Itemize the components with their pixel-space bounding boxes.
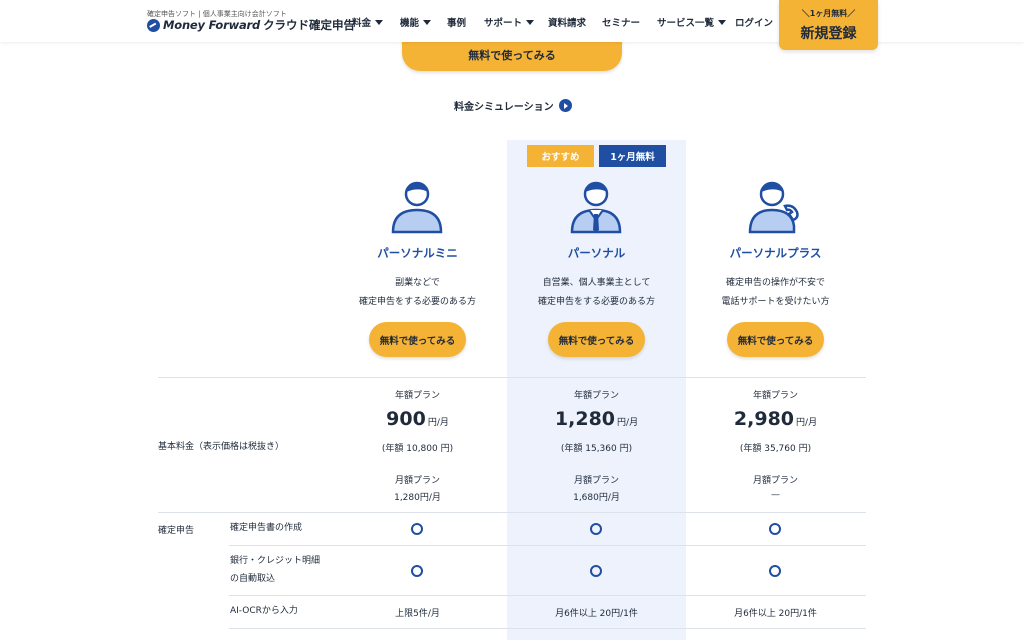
signup-button[interactable]: ＼1ヶ月無料／ 新規登録 <box>779 0 878 50</box>
price-value: 2,980 <box>733 408 795 430</box>
desc-line: 確定申告をする必要のある方 <box>358 297 476 307</box>
chevron-down-icon <box>718 19 727 25</box>
try-free-button-top[interactable]: 無料で使ってみる <box>402 38 622 71</box>
table-divider <box>229 595 866 596</box>
table-divider <box>158 512 866 513</box>
available-circle-icon <box>590 523 602 535</box>
monthly-price: — <box>771 490 780 500</box>
chevron-down-icon <box>526 19 535 25</box>
nav-label: 料金 <box>352 18 372 29</box>
table-divider <box>158 377 866 378</box>
feature-label-auto-import: 銀行・クレジット明細 の自動取込 <box>230 552 320 588</box>
feature-label-ai-ocr: AI-OCRから入力 <box>230 602 298 620</box>
nav-label: 機能 <box>400 18 420 29</box>
price-value: 1,280 <box>554 408 616 430</box>
phone-support-icon <box>748 181 799 234</box>
table-divider <box>229 545 866 546</box>
plan-desc-personal: 自営業、個人事業主として 確定申告をする必要のある方 <box>507 274 686 312</box>
money-forward-logo-icon <box>147 18 160 32</box>
feature-label-line: 確定申告書の作成 <box>230 523 303 533</box>
free-month-badge: 1ヶ月無料 <box>599 145 666 167</box>
price-simulation-link[interactable]: 料金シミュレーション <box>454 98 572 113</box>
feature-label-create-return: 確定申告書の作成 <box>230 519 302 537</box>
desc-line: 電話サポートを受けたい方 <box>721 297 830 307</box>
nav-label: サポート <box>484 18 523 29</box>
nav-label: 資料請求 <box>548 18 587 29</box>
annual-total: (年額 35,760 円) <box>739 444 812 454</box>
table-divider <box>229 628 866 629</box>
available-circle-icon <box>769 565 781 577</box>
nav-services[interactable]: サービス一覧 <box>657 15 727 29</box>
nav-pricing[interactable]: 料金 <box>352 15 384 29</box>
signup-label: 新規登録 <box>800 26 857 42</box>
businessman-icon <box>570 181 622 234</box>
desc-line: 副業などで <box>395 278 440 288</box>
nav-label: 事例 <box>447 18 467 29</box>
price-value: 900 <box>386 408 426 430</box>
base-fee-label: 基本料金（表示価格は税抜き） <box>158 442 285 452</box>
nav-label: ログイン <box>735 18 774 29</box>
chevron-down-icon <box>423 19 432 25</box>
try-free-button-personal[interactable]: 無料で使ってみる <box>548 322 645 357</box>
chevron-down-icon <box>375 19 384 25</box>
try-free-button-mini[interactable]: 無料で使ってみる <box>369 322 466 357</box>
feature-label-line: AI-OCRから入力 <box>230 606 298 616</box>
available-circle-icon <box>590 565 602 577</box>
nav-documents[interactable]: 資料請求 <box>548 15 586 29</box>
section-label-tax-return: 確定申告 <box>158 526 195 536</box>
price-simulation-label: 料金シミュレーション <box>454 102 554 113</box>
monthly-price: 1,280円/月 <box>394 493 441 503</box>
logo[interactable]: Money Forward クラウド確定申告 <box>147 17 355 33</box>
annual-plan-label: 年額プラン <box>573 391 619 401</box>
logo-product: クラウド確定申告 <box>263 18 356 32</box>
try-free-button-plus[interactable]: 無料で使ってみる <box>727 322 824 357</box>
monthly-plan-label: 月額プラン <box>394 476 440 486</box>
plan-desc-mini: 副業などで 確定申告をする必要のある方 <box>328 274 507 312</box>
nav-features[interactable]: 機能 <box>400 15 432 29</box>
recommended-badge: おすすめ <box>527 145 594 167</box>
desc-line: 確定申告をする必要のある方 <box>537 297 655 307</box>
monthly-price: 1,680円/月 <box>573 493 620 503</box>
plan-name-plus: パーソナルプラス <box>729 246 822 260</box>
nav-support[interactable]: サポート <box>484 15 535 29</box>
plan-desc-plus: 確定申告の操作が不安で 電話サポートを受けたい方 <box>686 274 865 312</box>
annual-plan-label: 年額プラン <box>394 391 440 401</box>
person-icon <box>391 181 443 234</box>
desc-line: 自営業、個人事業主として <box>542 278 651 288</box>
price-unit: 円/月 <box>427 418 449 428</box>
ocr-limit: 月6件以上 20円/1件 <box>555 609 638 619</box>
feature-label-line: の自動取込 <box>230 574 276 584</box>
annual-plan-label: 年額プラン <box>752 391 798 401</box>
available-circle-icon <box>411 523 423 535</box>
monthly-plan-label: 月額プラン <box>752 476 798 486</box>
monthly-plan-label: 月額プラン <box>573 476 619 486</box>
feature-label-line: 銀行・クレジット明細 <box>230 556 321 566</box>
nav-cases[interactable]: 事例 <box>447 15 466 29</box>
price-mini: 900 円/月 <box>328 408 507 430</box>
nav-label: サービス一覧 <box>657 18 715 29</box>
price-unit: 円/月 <box>617 418 639 428</box>
price-personal: 1,280 円/月 <box>507 408 686 430</box>
plan-name-mini: パーソナルミニ <box>377 246 458 260</box>
plan-name-personal: パーソナル <box>567 246 626 260</box>
annual-total: (年額 15,360 円) <box>560 444 633 454</box>
nav-seminar[interactable]: セミナー <box>602 15 640 29</box>
annual-total: (年額 10,800 円) <box>381 444 454 454</box>
available-circle-icon <box>411 565 423 577</box>
logo-brand: Money Forward <box>163 18 261 32</box>
ocr-limit: 上限5件/月 <box>395 609 440 619</box>
price-unit: 円/月 <box>796 418 818 428</box>
desc-line: 確定申告の操作が不安で <box>725 278 825 288</box>
price-plus: 2,980 円/月 <box>686 408 865 430</box>
arrow-circle-right-icon <box>558 99 572 112</box>
ocr-limit: 月6件以上 20円/1件 <box>734 609 817 619</box>
nav-login[interactable]: ログイン <box>735 15 773 29</box>
signup-promo: ＼1ヶ月無料／ <box>801 9 856 18</box>
nav-label: セミナー <box>602 18 641 29</box>
available-circle-icon <box>769 523 781 535</box>
